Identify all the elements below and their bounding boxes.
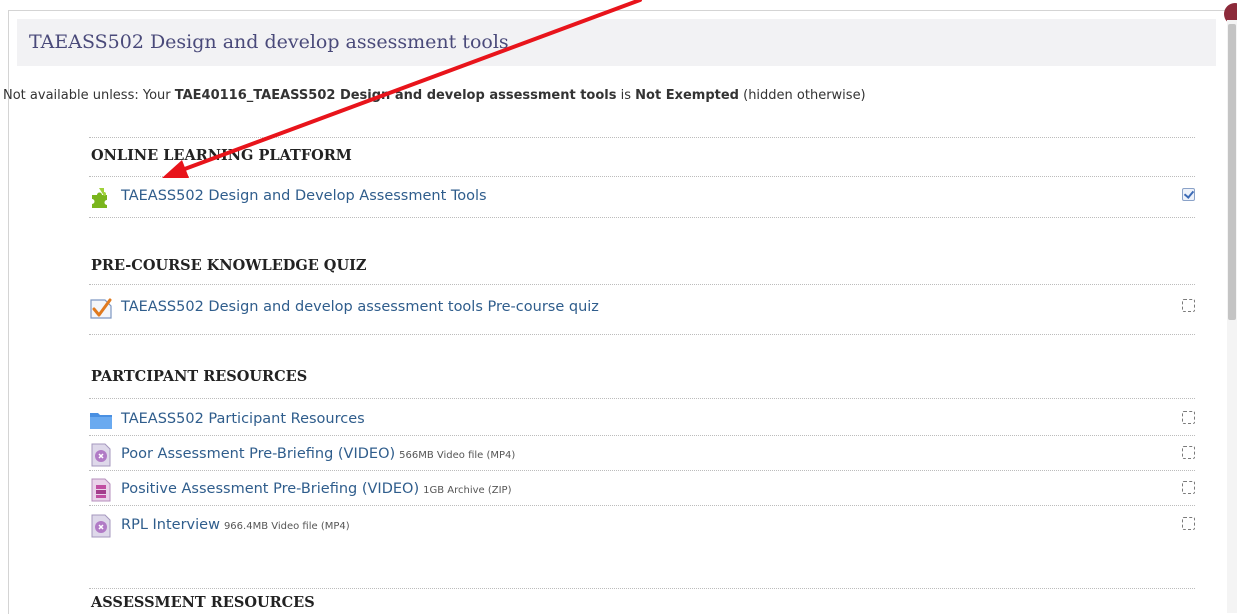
annotation-arrow [162,0,642,178]
